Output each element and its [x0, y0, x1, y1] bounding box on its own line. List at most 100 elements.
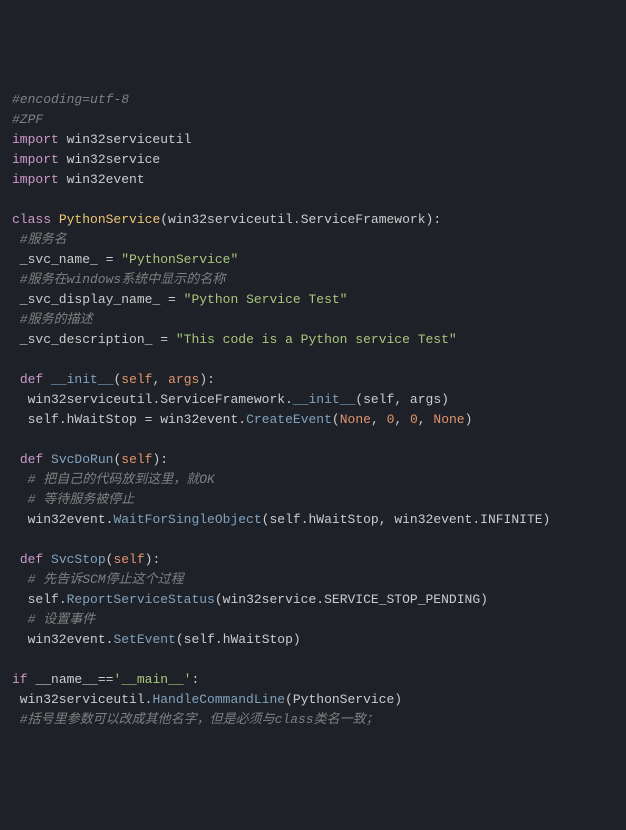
method: HandleCommandLine	[152, 692, 285, 707]
base-class: ServiceFramework	[301, 212, 426, 227]
keyword: import	[12, 132, 59, 147]
comma: ,	[152, 372, 168, 387]
string: "This code is a Python service Test"	[176, 332, 457, 347]
self: self	[12, 412, 59, 427]
string: "Python Service Test"	[184, 292, 348, 307]
method: WaitForSingleObject	[113, 512, 261, 527]
comment: #encoding=utf-8	[12, 92, 129, 107]
args: (self	[262, 512, 301, 527]
comment: #括号里参数可以改成其他名字，但是必须与class类名一致；	[12, 712, 379, 727]
const: SERVICE_STOP_PENDING)	[324, 592, 488, 607]
keyword: def	[20, 372, 43, 387]
dot: .	[316, 592, 324, 607]
dot: .	[285, 392, 293, 407]
comment: # 设置事件	[12, 612, 95, 627]
colon: :	[191, 672, 199, 687]
space	[43, 452, 51, 467]
paren: ):	[145, 552, 161, 567]
indent	[12, 372, 20, 387]
eq: ==	[98, 672, 114, 687]
comma: ,	[394, 412, 410, 427]
comment: # 等待服务被停止	[12, 492, 134, 507]
module: win32service	[59, 152, 160, 167]
keyword: def	[20, 552, 43, 567]
comment: #服务在windows系统中显示的名称	[12, 272, 225, 287]
keyword: if	[12, 672, 28, 687]
func-name: SvcDoRun	[51, 452, 113, 467]
args: (self	[176, 632, 215, 647]
string: '__main__'	[113, 672, 191, 687]
dot: .	[145, 692, 153, 707]
self: self	[121, 452, 152, 467]
none: None	[340, 412, 371, 427]
mod: win32event	[152, 412, 238, 427]
func-name: SvcStop	[51, 552, 106, 567]
dot: .	[301, 512, 309, 527]
module: win32event	[59, 172, 145, 187]
comment: # 把自己的代码放到这里，就OK	[12, 472, 215, 487]
func-name: __init__	[51, 372, 113, 387]
dot: .	[293, 212, 301, 227]
space	[43, 372, 51, 387]
space	[51, 212, 59, 227]
none: None	[433, 412, 464, 427]
dot: .	[472, 512, 480, 527]
code-editor: #encoding=utf-8 #ZPF import win32service…	[12, 90, 614, 730]
comment: # 先告诉SCM停止这个过程	[12, 572, 184, 587]
equals: =	[168, 292, 176, 307]
call: win32serviceutil	[12, 392, 152, 407]
dot: .	[59, 592, 67, 607]
num: 0	[410, 412, 418, 427]
arg: args	[168, 372, 199, 387]
cls: ServiceFramework	[160, 392, 285, 407]
dot: .	[59, 412, 67, 427]
name: __name__	[28, 672, 98, 687]
paren: ):	[199, 372, 215, 387]
dot: .	[238, 412, 246, 427]
attr: hWaitStop, win32event	[309, 512, 473, 527]
indent	[12, 552, 20, 567]
keyword: import	[12, 172, 59, 187]
attr: _svc_name_	[12, 252, 106, 267]
space	[176, 292, 184, 307]
paren: (	[332, 412, 340, 427]
space	[168, 332, 176, 347]
comment: #服务的描述	[12, 312, 93, 327]
mod: win32event	[12, 512, 106, 527]
module: win32serviceutil	[59, 132, 192, 147]
const: INFINITE)	[480, 512, 550, 527]
method: SetEvent	[113, 632, 175, 647]
equals: =	[160, 332, 168, 347]
attr: _svc_description_	[12, 332, 160, 347]
args: (win32service	[215, 592, 316, 607]
attr: hWaitStop)	[223, 632, 301, 647]
method: __init__	[293, 392, 355, 407]
paren: (win32serviceutil	[160, 212, 293, 227]
method: ReportServiceStatus	[67, 592, 215, 607]
args: (self, args)	[355, 392, 449, 407]
attr: hWaitStop	[67, 412, 145, 427]
comma: ,	[418, 412, 434, 427]
args: (PythonService)	[285, 692, 402, 707]
string: "PythonService"	[121, 252, 238, 267]
attr: _svc_display_name_	[12, 292, 168, 307]
keyword: import	[12, 152, 59, 167]
comma: ,	[371, 412, 387, 427]
class-name: PythonService	[59, 212, 160, 227]
comment: #ZPF	[12, 112, 43, 127]
comment: #服务名	[12, 232, 67, 247]
self: self	[121, 372, 152, 387]
paren: )	[465, 412, 473, 427]
space	[43, 552, 51, 567]
dot: .	[215, 632, 223, 647]
self: self	[113, 552, 144, 567]
mod: win32serviceutil	[12, 692, 145, 707]
keyword: def	[20, 452, 43, 467]
mod: win32event	[12, 632, 106, 647]
colon: ):	[426, 212, 442, 227]
indent	[12, 452, 20, 467]
paren: ):	[152, 452, 168, 467]
self: self	[12, 592, 59, 607]
keyword: class	[12, 212, 51, 227]
method: CreateEvent	[246, 412, 332, 427]
